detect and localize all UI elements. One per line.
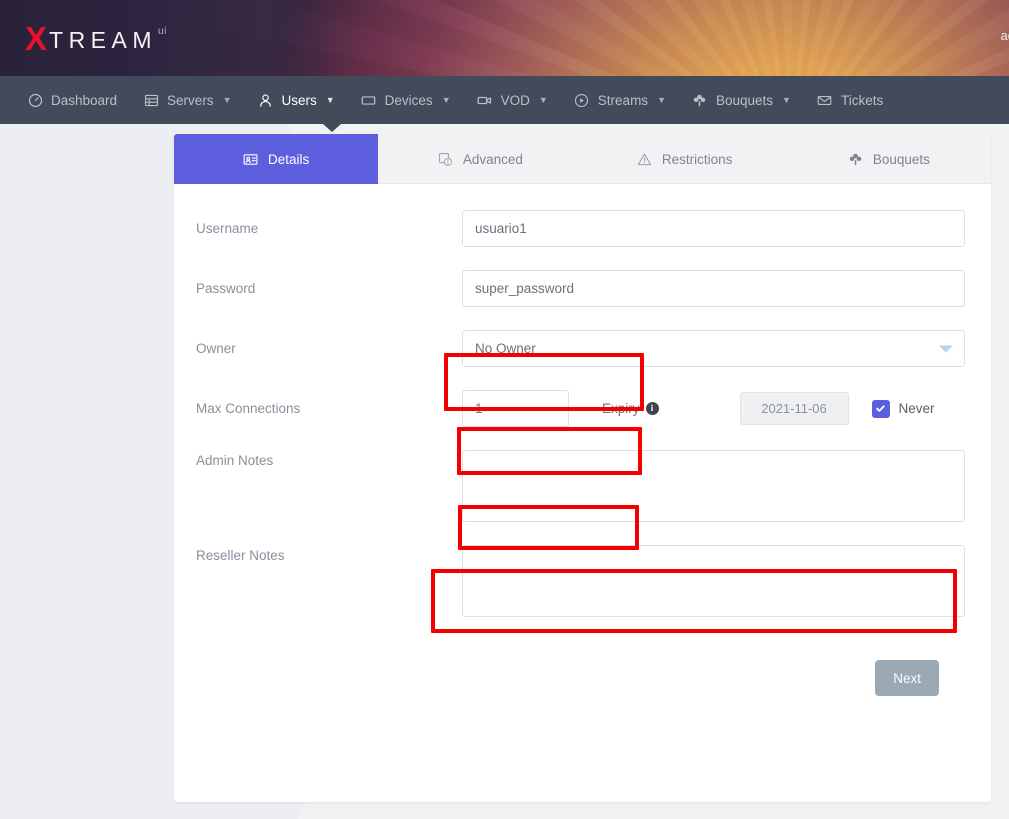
form-tabs: Details Advanced [174, 134, 991, 184]
device-icon [361, 92, 377, 108]
nav-item-devices[interactable]: Devices ▼ [348, 76, 464, 124]
video-camera-icon [477, 92, 493, 108]
user-form-card: Details Advanced [174, 134, 991, 802]
nav-label-bouquets: Bouquets [716, 93, 773, 108]
chevron-down-icon: ▼ [442, 95, 451, 105]
form-row-username: Username [196, 210, 965, 248]
form-row-password: Password [196, 270, 965, 308]
owner-select[interactable]: No Owner [462, 330, 965, 367]
chevron-down-icon[interactable] [939, 345, 953, 352]
play-circle-icon [574, 92, 590, 108]
account-name[interactable]: ad [1001, 28, 1009, 43]
expiry-label: Expiry [602, 401, 640, 416]
nav-label-devices: Devices [385, 93, 433, 108]
flower-icon [692, 92, 708, 108]
tab-label-restrictions: Restrictions [662, 152, 733, 167]
form-row-admin-notes: Admin Notes [196, 450, 965, 527]
owner-selected-value: No Owner [475, 341, 536, 356]
max-connections-label: Max Connections [196, 390, 462, 416]
never-label: Never [899, 401, 935, 416]
nav-label-servers: Servers [167, 93, 214, 108]
nav-label-dashboard: Dashboard [51, 93, 117, 108]
nav-label-tickets: Tickets [841, 93, 883, 108]
nav-item-users[interactable]: Users ▼ [244, 76, 347, 124]
logo-x-mark: X [25, 22, 47, 55]
tab-label-bouquets: Bouquets [873, 152, 930, 167]
never-checkbox[interactable] [872, 400, 890, 418]
reseller-notes-label: Reseller Notes [196, 545, 462, 563]
chevron-down-icon: ▼ [657, 95, 666, 105]
form-footer: Next [196, 640, 965, 696]
nav-item-vod[interactable]: VOD ▼ [464, 76, 561, 124]
info-icon[interactable]: i [646, 402, 659, 415]
admin-notes-textarea[interactable] [462, 450, 965, 522]
nav-item-streams[interactable]: Streams ▼ [561, 76, 679, 124]
nav-label-users: Users [281, 93, 316, 108]
chevron-down-icon: ▼ [223, 95, 232, 105]
flower-icon [848, 152, 863, 167]
form-row-reseller-notes: Reseller Notes [196, 545, 965, 622]
id-card-icon [243, 152, 258, 167]
nav-item-bouquets[interactable]: Bouquets ▼ [679, 76, 804, 124]
envelope-icon [817, 92, 833, 108]
password-input[interactable] [462, 270, 965, 307]
warning-triangle-icon [637, 152, 652, 167]
nav-label-streams: Streams [598, 93, 648, 108]
chevron-down-icon: ▼ [782, 95, 791, 105]
logo-superscript: ui [158, 27, 167, 37]
form-row-owner: Owner No Owner [196, 330, 965, 368]
app-logo[interactable]: X TREAM ui [25, 22, 167, 55]
server-table-icon [143, 92, 159, 108]
active-nav-pointer [323, 124, 341, 132]
page-body: Details Advanced [0, 124, 1009, 819]
gauge-icon [27, 92, 43, 108]
chevron-down-icon: ▼ [326, 95, 335, 105]
password-label: Password [196, 270, 462, 296]
tab-bouquets[interactable]: Bouquets [787, 134, 991, 184]
expiry-date-input[interactable] [740, 392, 849, 425]
nav-item-dashboard[interactable]: Dashboard [14, 76, 130, 124]
next-button[interactable]: Next [875, 660, 939, 696]
main-navigation: Dashboard Servers ▼ Users ▼ Devices ▼ [0, 76, 1009, 124]
nav-label-vod: VOD [501, 93, 530, 108]
expiry-label-group: Expiry i [602, 401, 659, 416]
nav-item-tickets[interactable]: Tickets [804, 76, 896, 124]
username-label: Username [196, 210, 462, 236]
user-details-form: Username Password Owner No Owner [174, 184, 991, 696]
tab-label-details: Details [268, 152, 309, 167]
reseller-notes-textarea[interactable] [462, 545, 965, 617]
chevron-down-icon: ▼ [539, 95, 548, 105]
owner-label: Owner [196, 330, 462, 356]
top-banner: X TREAM ui ad [0, 0, 1009, 76]
logo-wordmark: TREAM [49, 29, 157, 52]
nav-item-servers[interactable]: Servers ▼ [130, 76, 244, 124]
admin-notes-label: Admin Notes [196, 450, 462, 468]
tab-advanced[interactable]: Advanced [378, 134, 582, 184]
never-checkbox-group[interactable]: Never [872, 400, 935, 418]
tab-restrictions[interactable]: Restrictions [583, 134, 787, 184]
settings-stamp-icon [438, 152, 453, 167]
username-input[interactable] [462, 210, 965, 247]
max-connections-input[interactable] [462, 390, 569, 427]
form-row-max-connections: Max Connections Expiry i [196, 390, 965, 428]
tab-label-advanced: Advanced [463, 152, 523, 167]
tab-details[interactable]: Details [174, 134, 378, 184]
user-icon [257, 92, 273, 108]
